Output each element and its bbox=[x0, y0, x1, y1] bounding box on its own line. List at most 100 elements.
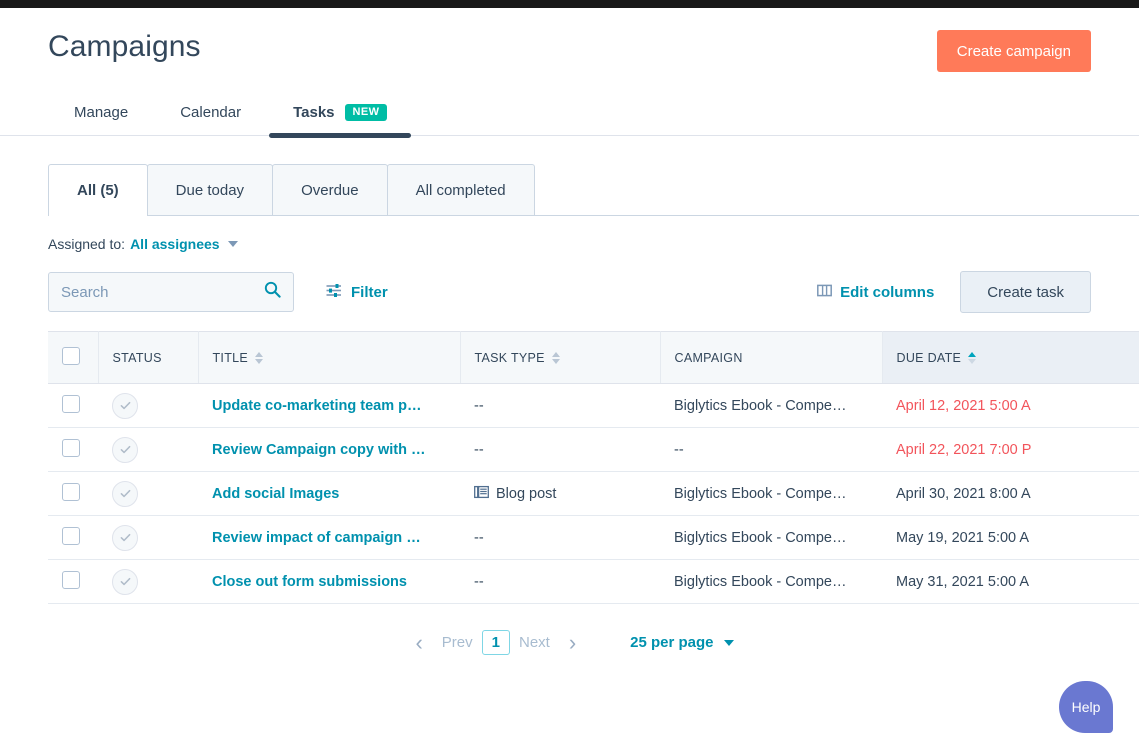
row-campaign-cell: Biglytics Ebook - Compe… bbox=[660, 472, 882, 516]
page-title: Campaigns bbox=[48, 30, 201, 64]
task-title-link[interactable]: Review impact of campaign … bbox=[212, 530, 421, 546]
row-select-cell bbox=[48, 560, 98, 604]
edit-columns-button[interactable]: Edit columns bbox=[817, 284, 934, 301]
tab-calendar-label: Calendar bbox=[180, 104, 241, 121]
pagination-next-arrow-icon[interactable]: › bbox=[559, 632, 586, 654]
tasks-table-body: Update co-marketing team p… -- Biglytics… bbox=[48, 384, 1139, 604]
table-row[interactable]: Review Campaign copy with … -- -- April … bbox=[48, 428, 1139, 472]
select-all-checkbox[interactable] bbox=[62, 347, 80, 365]
table-row[interactable]: Review impact of campaign … -- Biglytics… bbox=[48, 516, 1139, 560]
table-row[interactable]: Close out form submissions -- Biglytics … bbox=[48, 560, 1139, 604]
row-checkbox[interactable] bbox=[62, 483, 80, 501]
tab-tasks[interactable]: Tasks NEW bbox=[267, 104, 413, 135]
task-type-value: Blog post bbox=[496, 486, 556, 502]
new-badge: NEW bbox=[345, 104, 388, 121]
tasks-table: STATUS TITLE bbox=[48, 331, 1139, 604]
task-type-value: -- bbox=[474, 574, 484, 590]
row-select-cell bbox=[48, 428, 98, 472]
pagination-prev-label[interactable]: Prev bbox=[433, 634, 482, 651]
per-page-dropdown[interactable]: 25 per page bbox=[630, 634, 733, 651]
create-campaign-button[interactable]: Create campaign bbox=[937, 30, 1091, 72]
column-header-status[interactable]: STATUS bbox=[98, 332, 198, 384]
sort-arrows-task-type-icon[interactable] bbox=[552, 352, 560, 364]
pagination-current-page[interactable]: 1 bbox=[482, 630, 510, 655]
task-complete-toggle-icon[interactable] bbox=[112, 569, 138, 595]
task-title-link[interactable]: Update co-marketing team p… bbox=[212, 398, 422, 414]
task-type-value: -- bbox=[474, 442, 484, 458]
row-status-cell bbox=[98, 428, 198, 472]
task-complete-toggle-icon[interactable] bbox=[112, 393, 138, 419]
subtab-all[interactable]: All (5) bbox=[48, 164, 148, 215]
row-task-type-cell: -- bbox=[460, 384, 660, 428]
sort-arrows-due-date-icon[interactable] bbox=[968, 352, 976, 364]
column-header-title-label: TITLE bbox=[213, 351, 249, 365]
row-checkbox[interactable] bbox=[62, 527, 80, 545]
create-task-button[interactable]: Create task bbox=[960, 271, 1091, 313]
edit-columns-label: Edit columns bbox=[840, 284, 934, 301]
assigned-to-label: Assigned to: bbox=[48, 236, 125, 252]
sort-arrows-title-icon[interactable] bbox=[255, 352, 263, 364]
campaign-value: Biglytics Ebook - Compe… bbox=[674, 486, 846, 502]
row-campaign-cell: Biglytics Ebook - Compe… bbox=[660, 560, 882, 604]
main-tab-bar: Manage Calendar Tasks NEW bbox=[48, 85, 413, 135]
subtab-due-today[interactable]: Due today bbox=[147, 164, 273, 215]
search-input[interactable] bbox=[61, 284, 264, 301]
row-campaign-cell: Biglytics Ebook - Compe… bbox=[660, 384, 882, 428]
column-header-title[interactable]: TITLE bbox=[198, 332, 460, 384]
columns-icon bbox=[817, 284, 832, 301]
search-icon[interactable] bbox=[264, 281, 281, 303]
column-header-campaign[interactable]: CAMPAIGN bbox=[660, 332, 882, 384]
select-all-header bbox=[48, 332, 98, 384]
task-title-link[interactable]: Add social Images bbox=[212, 486, 339, 502]
row-task-type-cell: -- bbox=[460, 560, 660, 604]
row-status-cell bbox=[98, 516, 198, 560]
subtab-overdue[interactable]: Overdue bbox=[272, 164, 388, 215]
pagination-prev-arrow-icon[interactable]: ‹ bbox=[405, 632, 432, 654]
tab-calendar[interactable]: Calendar bbox=[154, 104, 267, 135]
row-title-cell: Update co-marketing team p… bbox=[198, 384, 460, 428]
column-header-campaign-label: CAMPAIGN bbox=[675, 351, 743, 365]
task-complete-toggle-icon[interactable] bbox=[112, 481, 138, 507]
blog-post-icon bbox=[474, 485, 489, 503]
subtab-due-today-label: Due today bbox=[176, 182, 244, 199]
chevron-down-icon bbox=[724, 640, 734, 646]
table-row[interactable]: Add social Images bbox=[48, 472, 1139, 516]
campaign-value: Biglytics Ebook - Compe… bbox=[674, 574, 846, 590]
row-checkbox[interactable] bbox=[62, 395, 80, 413]
filter-button[interactable]: Filter bbox=[326, 283, 388, 302]
column-header-due-date[interactable]: DUE DATE bbox=[882, 332, 1139, 384]
column-header-task-type[interactable]: TASK TYPE bbox=[460, 332, 660, 384]
due-date-value: April 12, 2021 5:00 A bbox=[896, 398, 1031, 414]
task-complete-toggle-icon[interactable] bbox=[112, 437, 138, 463]
task-complete-toggle-icon[interactable] bbox=[112, 525, 138, 551]
row-due-date-cell: April 12, 2021 5:00 A bbox=[882, 384, 1139, 428]
row-task-type-cell: Blog post bbox=[460, 472, 660, 516]
row-status-cell bbox=[98, 560, 198, 604]
row-due-date-cell: April 30, 2021 8:00 A bbox=[882, 472, 1139, 516]
task-title-link[interactable]: Close out form submissions bbox=[212, 574, 407, 590]
row-checkbox[interactable] bbox=[62, 439, 80, 457]
row-due-date-cell: May 31, 2021 5:00 A bbox=[882, 560, 1139, 604]
column-header-due-date-label: DUE DATE bbox=[897, 351, 962, 365]
pagination-next-label[interactable]: Next bbox=[510, 634, 559, 651]
due-date-value: April 30, 2021 8:00 A bbox=[896, 486, 1031, 502]
subtab-all-completed[interactable]: All completed bbox=[387, 164, 535, 215]
help-button[interactable]: Help bbox=[1059, 681, 1113, 733]
row-status-cell bbox=[98, 384, 198, 428]
search-box[interactable] bbox=[48, 272, 294, 312]
per-page-label: 25 per page bbox=[630, 634, 713, 651]
row-checkbox[interactable] bbox=[62, 571, 80, 589]
row-select-cell bbox=[48, 472, 98, 516]
table-row[interactable]: Update co-marketing team p… -- Biglytics… bbox=[48, 384, 1139, 428]
chevron-down-icon[interactable] bbox=[228, 241, 238, 247]
table-toolbar: Filter Edit columns Create task bbox=[48, 270, 1091, 314]
task-title-link[interactable]: Review Campaign copy with … bbox=[212, 442, 426, 458]
subtab-all-completed-label: All completed bbox=[416, 182, 506, 199]
row-select-cell bbox=[48, 384, 98, 428]
filter-sliders-icon bbox=[326, 283, 342, 302]
assignee-dropdown[interactable]: All assignees bbox=[130, 236, 220, 252]
tab-manage[interactable]: Manage bbox=[48, 104, 154, 135]
row-task-type-cell: -- bbox=[460, 516, 660, 560]
task-type-value: -- bbox=[474, 530, 484, 546]
row-title-cell: Review impact of campaign … bbox=[198, 516, 460, 560]
